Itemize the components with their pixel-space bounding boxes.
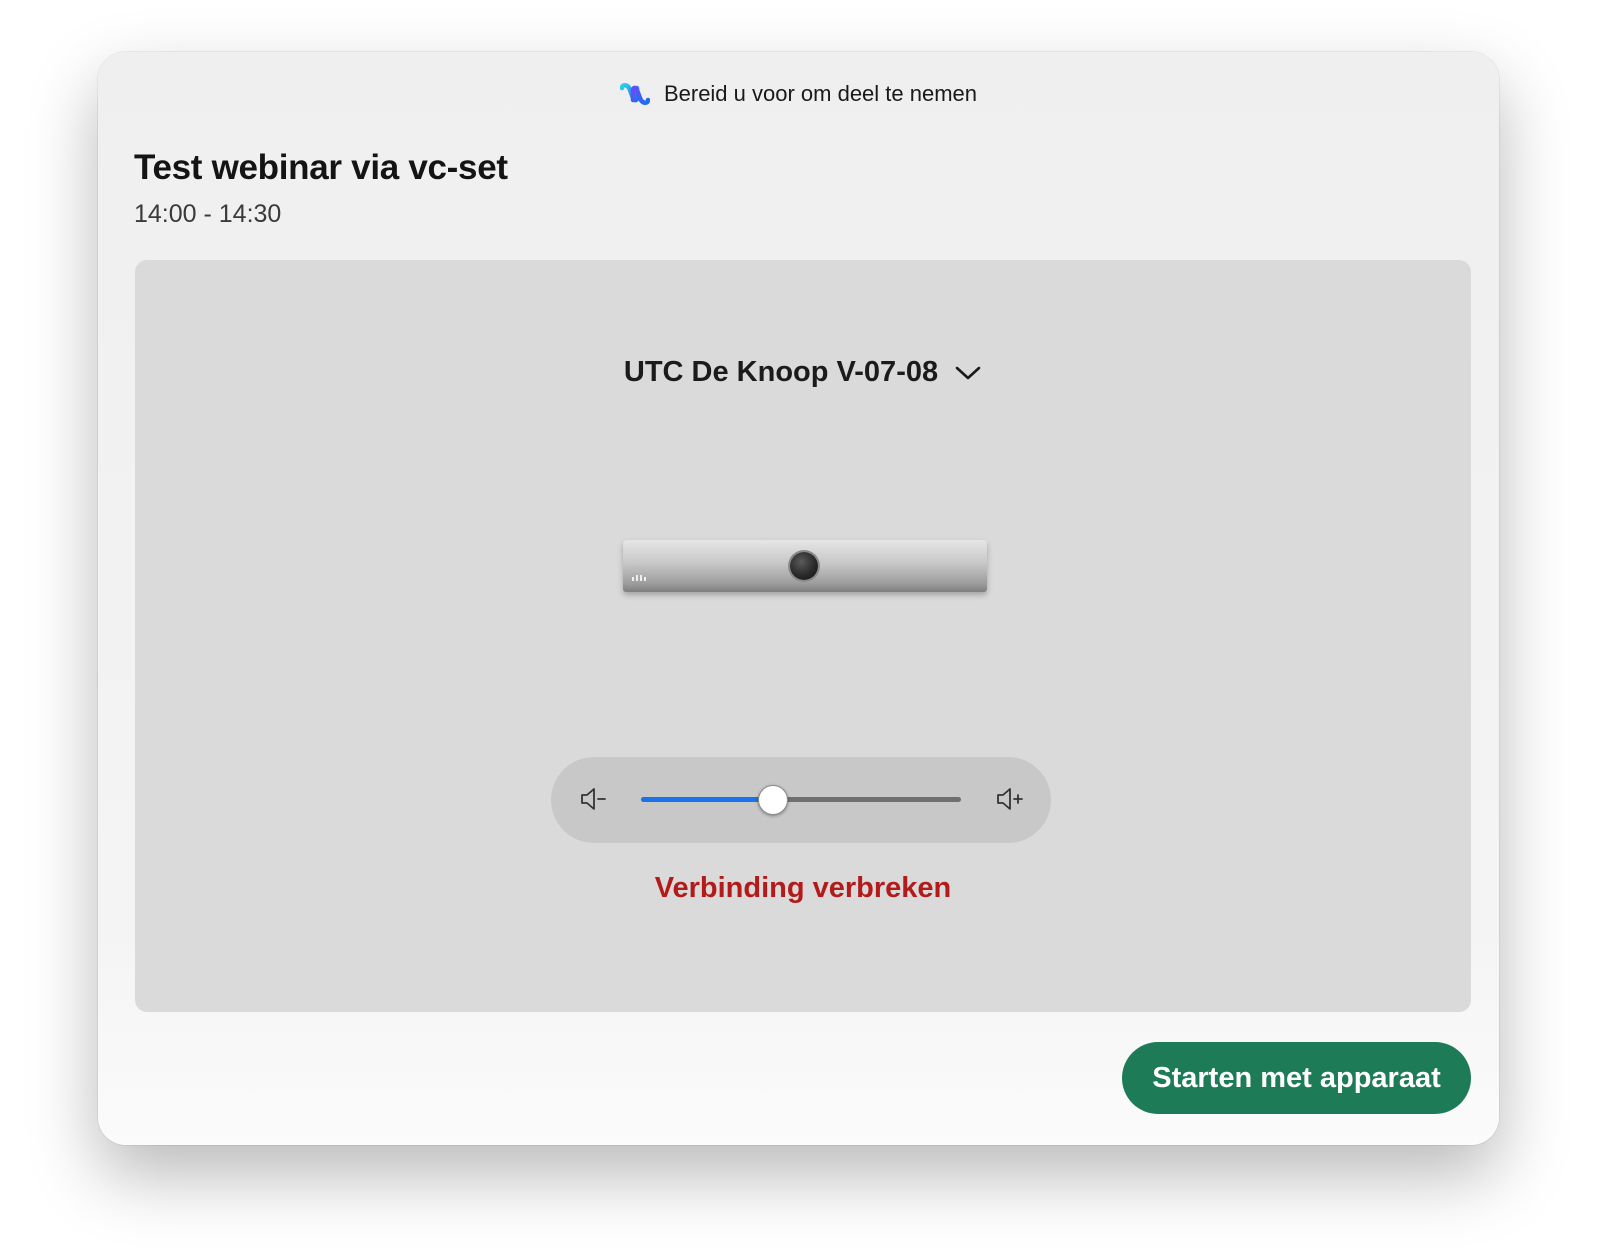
video-bar-device-image	[623, 540, 987, 592]
volume-control	[551, 757, 1051, 843]
chevron-down-icon[interactable]	[954, 364, 982, 382]
titlebar: Bereid u voor om deel te nemen	[98, 74, 1499, 114]
volume-slider[interactable]	[641, 785, 961, 815]
join-preparation-window: Bereid u voor om deel te nemen Test webi…	[98, 52, 1499, 1145]
device-panel: UTC De Knoop V-07-08 Verbinding verbreke…	[135, 260, 1471, 1012]
start-with-device-button[interactable]: Starten met apparaat	[1122, 1042, 1471, 1114]
webex-logo-icon	[619, 82, 651, 106]
disconnect-button[interactable]: Verbinding verbreken	[135, 872, 1471, 905]
camera-lens	[790, 552, 818, 580]
volume-down-icon[interactable]	[579, 784, 609, 814]
slider-thumb[interactable]	[758, 785, 789, 815]
meeting-title: Test webinar via vc-set	[134, 148, 508, 187]
slider-fill	[641, 797, 773, 802]
device-name: UTC De Knoop V-07-08	[623, 356, 939, 388]
volume-up-icon[interactable]	[995, 784, 1025, 814]
meeting-time: 14:00 - 14:30	[134, 200, 282, 228]
device-brand-mark	[632, 575, 646, 581]
window-title: Bereid u voor om deel te nemen	[663, 81, 978, 106]
device-selector-dropdown[interactable]: UTC De Knoop V-07-08	[135, 356, 1471, 389]
